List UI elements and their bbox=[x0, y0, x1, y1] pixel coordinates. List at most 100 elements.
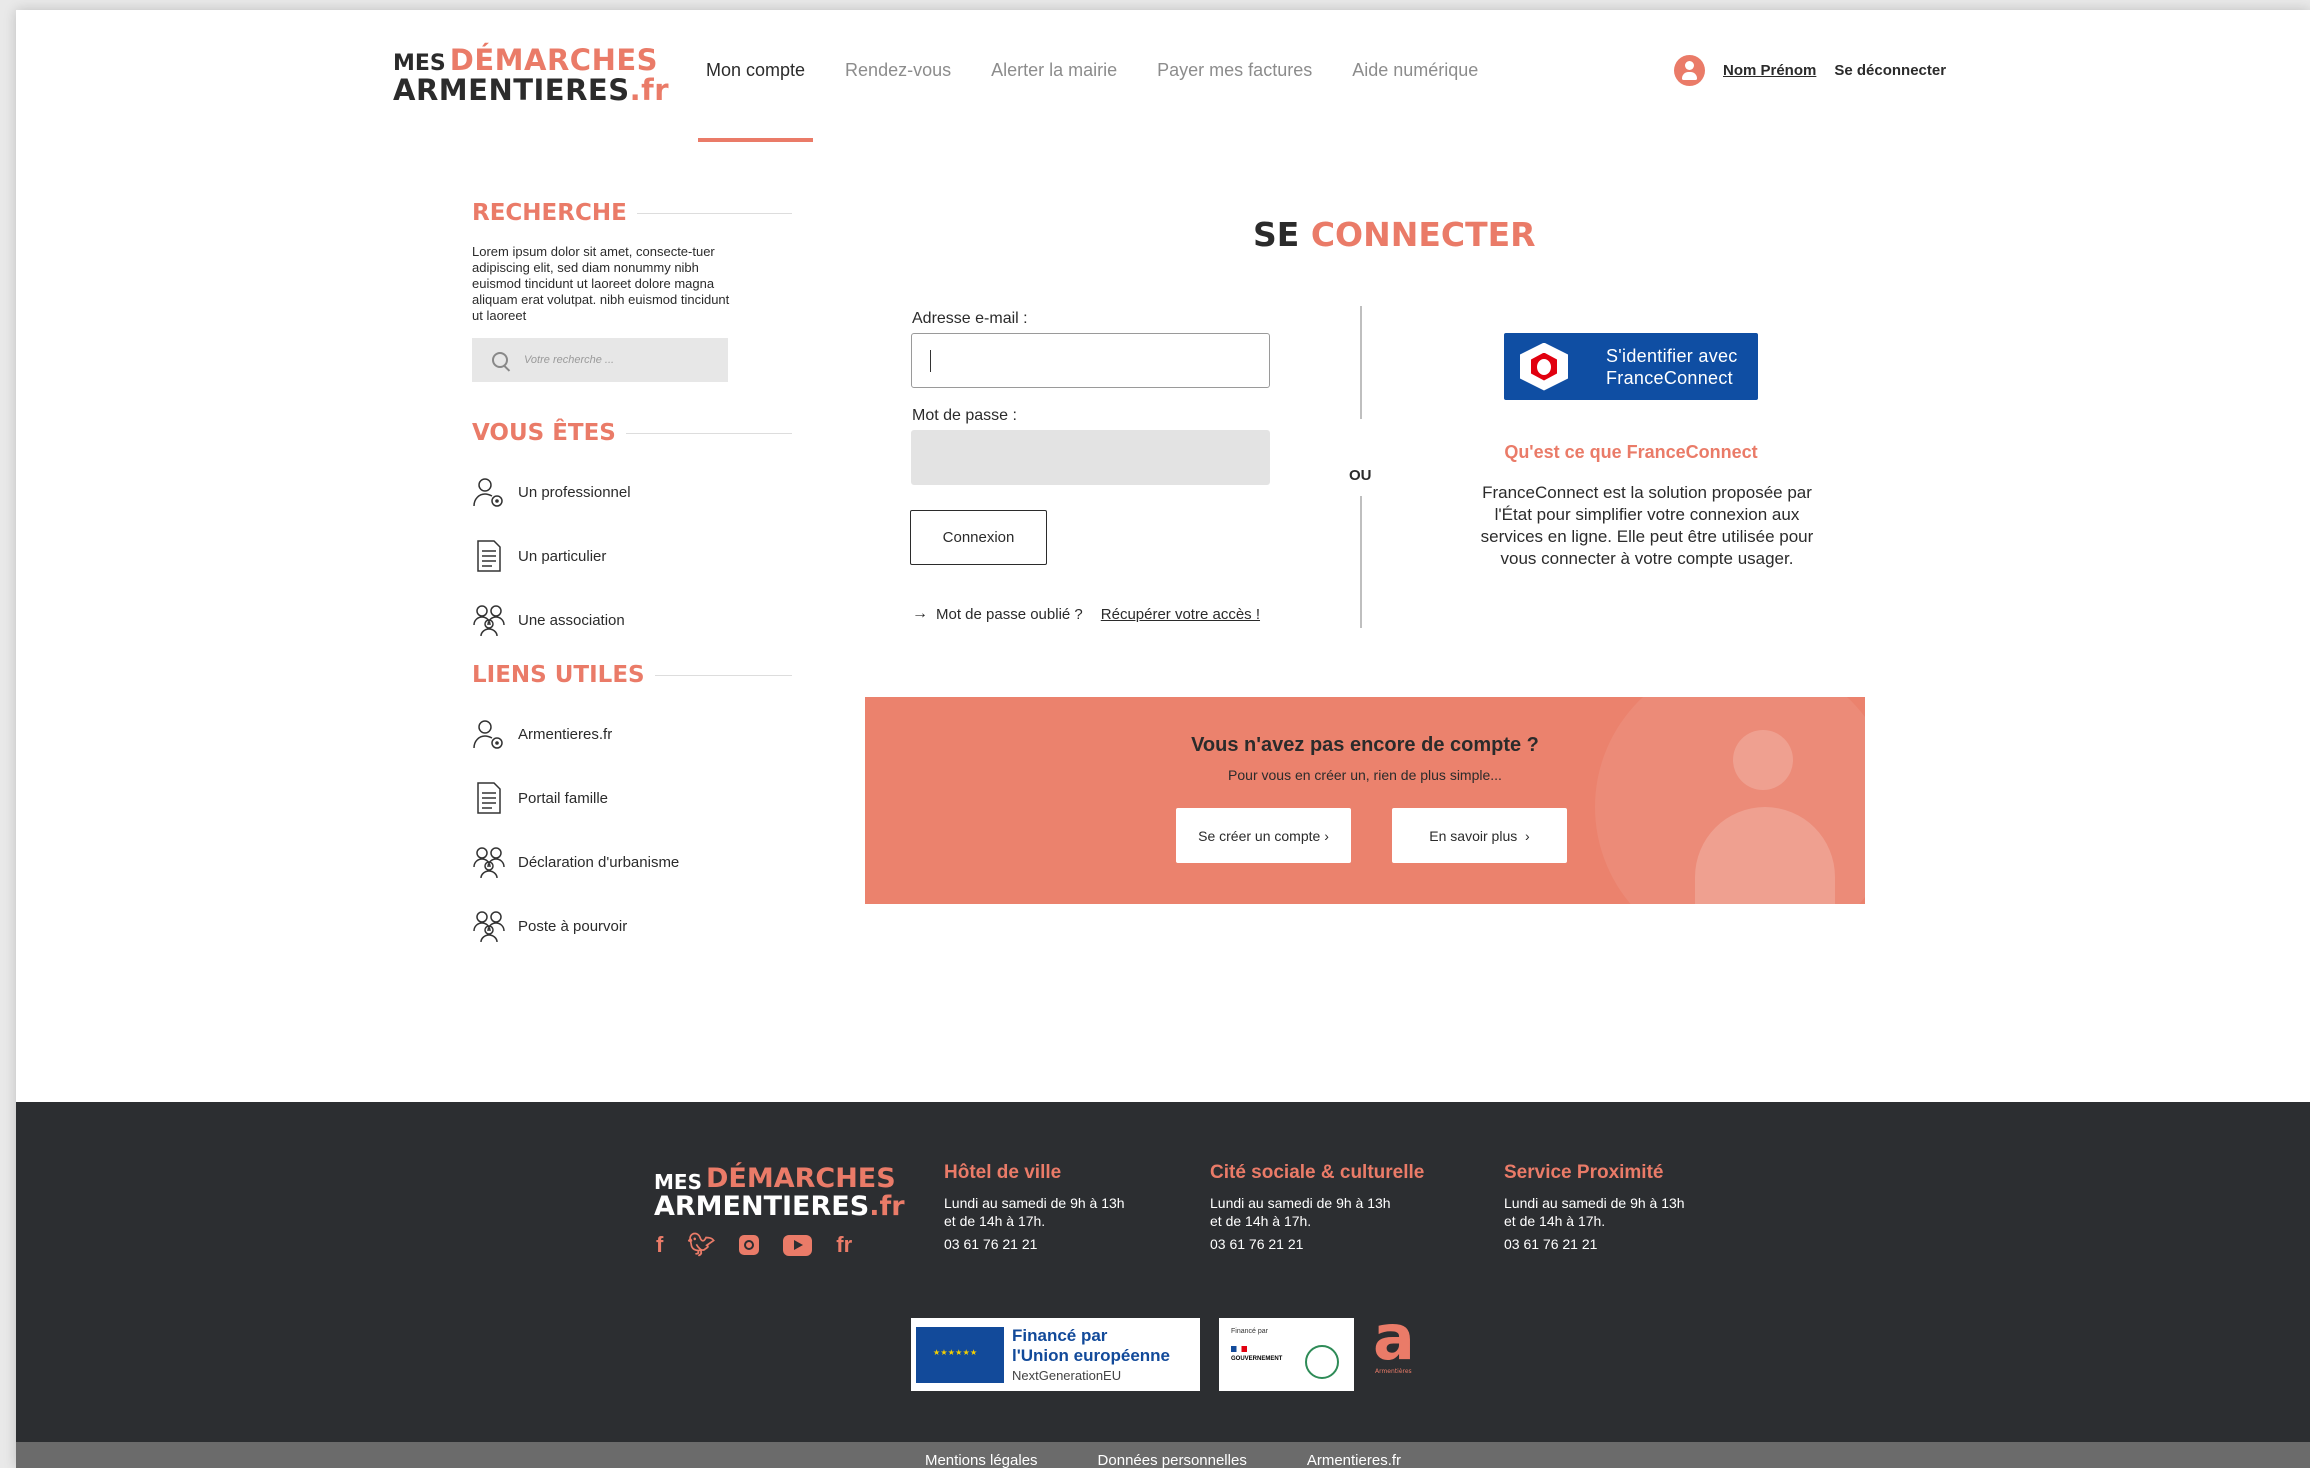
password-field[interactable] bbox=[911, 430, 1270, 485]
franceconnect-description: FranceConnect est la solution proposée p… bbox=[1480, 483, 1814, 568]
youtube-icon[interactable] bbox=[783, 1234, 813, 1256]
franceconnect-question-link[interactable]: Qu'est ce que FranceConnect bbox=[1486, 442, 1776, 463]
email-label: Adresse e-mail : bbox=[912, 310, 1028, 327]
search-icon bbox=[492, 352, 508, 368]
footer-logo[interactable]: MES DÉMARCHES ARMENTIERES.fr bbox=[654, 1165, 905, 1220]
group-icon bbox=[473, 911, 505, 943]
search-description: Lorem ipsum dolor sit amet, consecte-tue… bbox=[472, 244, 730, 323]
logo-fr: .fr bbox=[629, 73, 670, 107]
document-icon bbox=[477, 782, 501, 814]
twitter-icon[interactable]: 🐦︎ bbox=[687, 1232, 715, 1258]
footer-col-hotel: Hôtel de ville Lundi au samedi de 9h à 1… bbox=[944, 1162, 1125, 1252]
gov-financed: Financé par bbox=[1231, 1328, 1268, 1335]
sidebar-item-label: Armentieres.fr bbox=[518, 725, 613, 743]
sidebar-item-association[interactable]: Une association bbox=[472, 588, 792, 652]
sidebar-item-professionnel[interactable]: Un professionnel bbox=[472, 460, 792, 524]
footer-col-cite: Cité sociale & culturelle Lundi au samed… bbox=[1210, 1162, 1424, 1252]
liens-utiles-list: Armentieres.fr Portail famille Déclarati… bbox=[472, 702, 792, 958]
eu-text: Financé par l'Union européenne NextGener… bbox=[1012, 1326, 1170, 1383]
footer-phone: 03 61 76 21 21 bbox=[1210, 1236, 1304, 1252]
footer-hours-1: Lundi au samedi de 9h à 13h bbox=[1210, 1195, 1391, 1211]
nav-rendez-vous[interactable]: Rendez-vous bbox=[845, 60, 951, 142]
text-caret bbox=[930, 350, 931, 372]
connexion-button[interactable]: Connexion bbox=[910, 510, 1047, 565]
sidebar-item-urbanisme[interactable]: Déclaration d'urbanisme bbox=[472, 830, 792, 894]
separator-line bbox=[1360, 496, 1362, 628]
footer-col-proximite: Service Proximité Lundi au samedi de 9h … bbox=[1504, 1162, 1685, 1252]
logo-mes: MES bbox=[654, 1170, 702, 1194]
fc-line-1: S'identifier avec bbox=[1606, 345, 1738, 366]
forgot-password: → Mot de passe oublié ? Récupérer votre … bbox=[912, 605, 1260, 623]
eu-funding-logo: Financé par l'Union européenne NextGener… bbox=[911, 1318, 1200, 1391]
franceconnect-button[interactable]: S'identifier avec FranceConnect bbox=[1504, 333, 1758, 400]
search-placeholder: Votre recherche ... bbox=[524, 354, 615, 366]
recover-access-link[interactable]: Récupérer votre accès ! bbox=[1101, 606, 1260, 623]
chevron-right-icon: › bbox=[1324, 827, 1329, 844]
cta-title: Vous n'avez pas encore de compte ? bbox=[1191, 734, 1539, 756]
footer-link-donnees[interactable]: Données personnelles bbox=[1098, 1452, 1247, 1468]
footer-hours-1: Lundi au samedi de 9h à 13h bbox=[944, 1195, 1125, 1211]
logo-armentieres: ARMENTIERES bbox=[654, 1191, 870, 1222]
create-account-banner: Vous n'avez pas encore de compte ? Pour … bbox=[865, 697, 1865, 904]
eu-flag-icon bbox=[916, 1326, 1004, 1383]
facebook-icon[interactable]: f bbox=[656, 1232, 663, 1258]
liens-utiles-section-title: LIENS UTILES bbox=[472, 662, 792, 688]
gov-name: GOUVERNEMENT bbox=[1231, 1356, 1283, 1362]
logout-link[interactable]: Se déconnecter bbox=[1834, 62, 1946, 79]
french-flag-icon bbox=[1231, 1346, 1247, 1352]
password-label: Mot de passe : bbox=[912, 407, 1017, 424]
footer-phone: 03 61 76 21 21 bbox=[944, 1236, 1038, 1252]
main-nav: Mon compte Rendez-vous Alerter la mairie… bbox=[697, 60, 1518, 142]
eu-line-2: l'Union européenne bbox=[1012, 1346, 1170, 1365]
logo-armentieres: ARMENTIERES bbox=[393, 73, 630, 107]
logo-demarches: DÉMARCHES bbox=[449, 43, 659, 77]
page-title: SE CONNECTER bbox=[1253, 215, 1536, 254]
search-title-text: RECHERCHE bbox=[472, 200, 627, 226]
eu-line-1: Financé par bbox=[1012, 1326, 1108, 1345]
search-section-title: RECHERCHE bbox=[472, 200, 792, 226]
footer-col-title: Service Proximité bbox=[1504, 1162, 1664, 1183]
nav-payer-factures[interactable]: Payer mes factures bbox=[1157, 60, 1312, 142]
create-account-label: Se créer un compte bbox=[1198, 827, 1321, 844]
create-account-button[interactable]: Se créer un compte › bbox=[1176, 808, 1351, 863]
footer-col-title: Cité sociale & culturelle bbox=[1210, 1162, 1425, 1183]
learn-more-button[interactable]: En savoir plus › bbox=[1392, 808, 1567, 863]
nav-mon-compte[interactable]: Mon compte bbox=[697, 60, 814, 142]
fr-icon[interactable]: fr bbox=[836, 1232, 852, 1258]
sidebar-item-label: Un professionnel bbox=[518, 483, 631, 501]
footer-phone: 03 61 76 21 21 bbox=[1504, 1236, 1598, 1252]
nav-aide-numerique[interactable]: Aide numérique bbox=[1352, 60, 1478, 142]
footer-hours-2: et de 14h à 17h. bbox=[1504, 1213, 1606, 1229]
sidebar-item-poste[interactable]: Poste à pourvoir bbox=[472, 894, 792, 958]
person-gear-icon bbox=[473, 720, 503, 749]
footer-link-mentions[interactable]: Mentions légales bbox=[925, 1452, 1038, 1468]
footer-col-title: Hôtel de ville bbox=[944, 1162, 1062, 1183]
user-name-link[interactable]: Nom Prénom bbox=[1723, 62, 1816, 79]
sidebar-item-label: Un particulier bbox=[518, 547, 607, 565]
nav-alerter-mairie[interactable]: Alerter la mairie bbox=[991, 60, 1117, 142]
title-part-1: SE bbox=[1253, 215, 1300, 254]
franceconnect-button-text: S'identifier avec FranceConnect bbox=[1606, 345, 1738, 389]
social-links: f 🐦︎ fr bbox=[656, 1232, 876, 1258]
sidebar-item-label: Poste à pourvoir bbox=[518, 917, 628, 935]
fc-line-2: FranceConnect bbox=[1606, 367, 1733, 388]
armentieres-a-logo-icon: a Armentières bbox=[1373, 1301, 1415, 1375]
sidebar-item-label: Déclaration d'urbanisme bbox=[518, 853, 680, 871]
instagram-icon[interactable] bbox=[739, 1235, 760, 1255]
group-icon bbox=[473, 605, 505, 637]
footer-link-armentieres[interactable]: Armentieres.fr bbox=[1307, 1452, 1401, 1468]
sidebar-item-portail-famille[interactable]: Portail famille bbox=[472, 766, 792, 830]
vous-etes-section-title: VOUS ÊTES bbox=[472, 420, 792, 446]
logo-mes: MES bbox=[393, 51, 446, 76]
sidebar-item-armentieres[interactable]: Armentieres.fr bbox=[472, 702, 792, 766]
logo-demarches: DÉMARCHES bbox=[705, 1163, 896, 1194]
email-field[interactable] bbox=[911, 333, 1270, 388]
sidebar-item-particulier[interactable]: Un particulier bbox=[472, 524, 792, 588]
document-icon bbox=[477, 540, 501, 572]
site-logo[interactable]: MES DÉMARCHES ARMENTIERES.fr bbox=[393, 46, 669, 105]
title-part-2: CONNECTER bbox=[1310, 215, 1536, 254]
search-input[interactable]: Votre recherche ... bbox=[472, 338, 728, 382]
forgot-text: Mot de passe oublié ? bbox=[936, 605, 1083, 623]
sidebar-item-label: Une association bbox=[518, 611, 625, 629]
user-avatar-icon[interactable] bbox=[1674, 55, 1705, 86]
